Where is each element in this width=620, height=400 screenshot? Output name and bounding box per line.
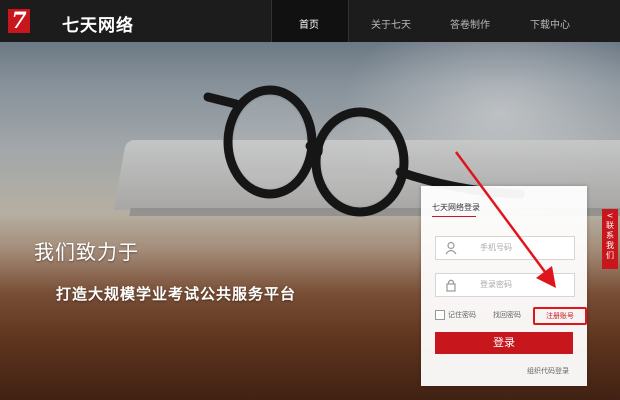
- login-panel: 七天网络登录 手机号码 登录密码 记住密码 找回密码 注册账号 登录 组织代码登…: [421, 186, 587, 386]
- nav-item-download[interactable]: 下载中心: [530, 16, 570, 31]
- nav-item-home[interactable]: 首页: [299, 16, 319, 31]
- login-title: 七天网络登录: [432, 203, 480, 212]
- login-title-underline: [432, 216, 476, 217]
- contact-us-label: 联系我们: [606, 221, 614, 260]
- remember-checkbox[interactable]: [435, 310, 445, 320]
- contact-us-tab[interactable]: < 联系我们: [602, 209, 618, 269]
- nav-item-answer-sheet[interactable]: 答卷制作: [450, 16, 490, 31]
- password-placeholder: 登录密码: [480, 280, 512, 289]
- login-button[interactable]: 登录: [435, 332, 573, 354]
- side-tab-arrow: <: [606, 211, 614, 220]
- logo-mark[interactable]: 7: [8, 9, 30, 33]
- remember-label[interactable]: 记住密码: [448, 310, 476, 320]
- phone-input[interactable]: 手机号码: [435, 236, 575, 260]
- lock-icon: [445, 278, 457, 292]
- hero-slogan-line1: 我们致力于: [34, 240, 139, 264]
- password-input[interactable]: 登录密码: [435, 273, 575, 297]
- brand-name[interactable]: 七天网络: [62, 11, 134, 36]
- app-frame: 7 七天网络 首页 关于七天 答卷制作 下载中心 我们致力于 打造大规模学业考试…: [0, 0, 620, 400]
- top-navbar: 7 七天网络 首页 关于七天 答卷制作 下载中心: [0, 0, 620, 42]
- user-icon: [445, 241, 457, 255]
- forgot-password-link[interactable]: 找回密码: [493, 310, 521, 320]
- nav-item-about[interactable]: 关于七天: [371, 16, 411, 31]
- phone-placeholder: 手机号码: [480, 243, 512, 252]
- org-code-login-link[interactable]: 组织代码登录: [527, 366, 569, 376]
- register-link[interactable]: 注册账号: [533, 307, 587, 325]
- hero-slogan-line2: 打造大规模学业考试公共服务平台: [56, 285, 297, 303]
